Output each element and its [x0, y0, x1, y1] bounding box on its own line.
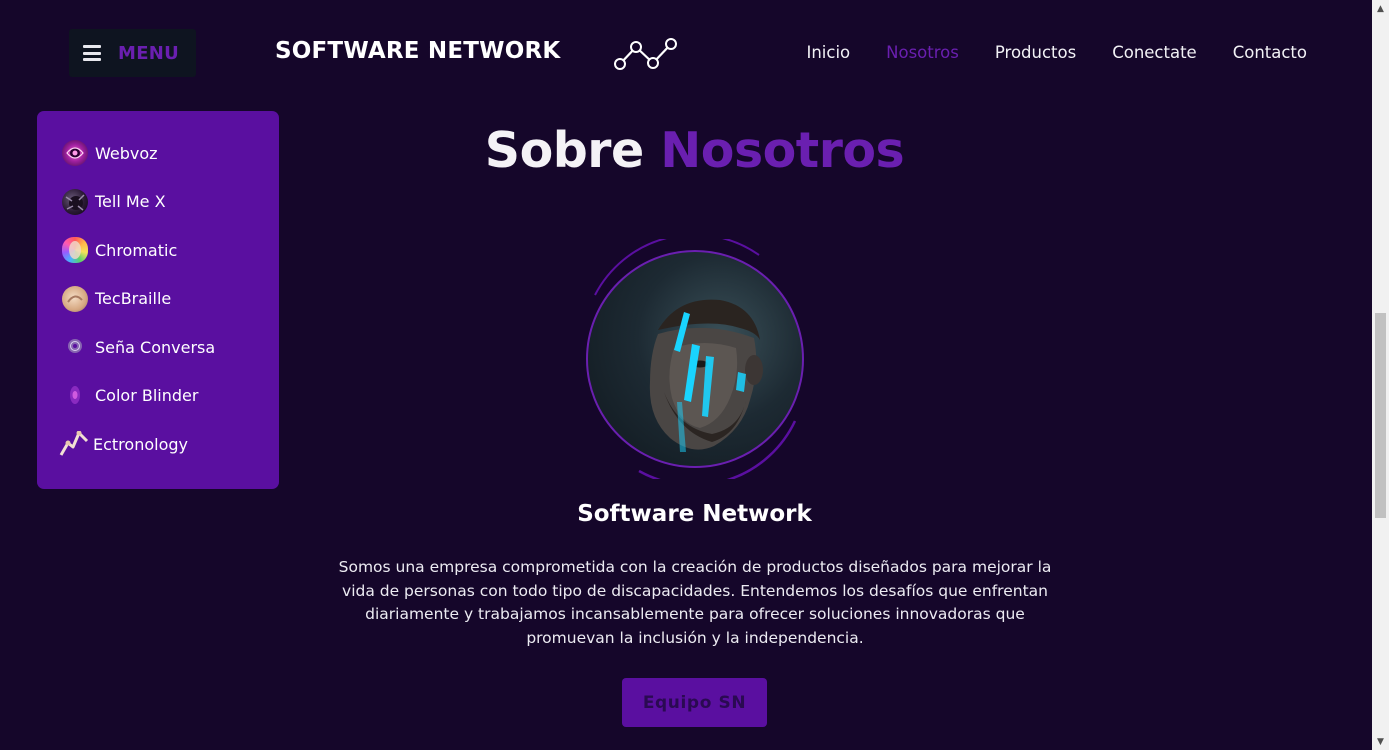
- team-button[interactable]: Equipo SN: [622, 678, 767, 727]
- sidebar-item-tell-me-x[interactable]: Tell Me X: [37, 178, 279, 227]
- nav-productos[interactable]: Productos: [995, 43, 1076, 62]
- sidebar-item-sena-conversa[interactable]: Seña Conversa: [37, 323, 279, 372]
- hamburger-icon: [83, 45, 101, 61]
- menu-label: MENU: [118, 42, 180, 64]
- scroll-thumb[interactable]: [1375, 313, 1386, 518]
- sidebar-item-ectronology[interactable]: Ectronology: [37, 420, 279, 469]
- menu-button[interactable]: MENU: [69, 29, 196, 77]
- sidebar-item-label: Chromatic: [95, 240, 178, 260]
- chromatic-icon: [62, 237, 88, 264]
- page-title-part2: Nosotros: [660, 122, 905, 179]
- scroll-up-icon[interactable]: ▲: [1372, 0, 1389, 17]
- sidebar-item-label: TecBraille: [95, 289, 172, 309]
- nav-contacto[interactable]: Contacto: [1233, 43, 1307, 62]
- sidebar-item-chromatic[interactable]: Chromatic: [37, 226, 279, 275]
- page-title: Sobre Nosotros: [0, 122, 1389, 179]
- team-avatar-frame: [583, 239, 807, 479]
- tell-me-x-icon: [62, 188, 88, 215]
- network-nodes-icon: [614, 38, 677, 70]
- scroll-down-icon[interactable]: ▼: [1372, 733, 1389, 750]
- sidebar-item-label: Color Blinder: [95, 386, 199, 406]
- main-nav: Inicio Nosotros Productos Conectate Cont…: [806, 43, 1307, 62]
- ectronology-icon: [58, 431, 90, 457]
- nav-nosotros[interactable]: Nosotros: [886, 43, 959, 62]
- color-blinder-icon: [62, 383, 88, 409]
- sidebar-item-tecbraille[interactable]: TecBraille: [37, 275, 279, 324]
- sidebar-item-label: Seña Conversa: [95, 337, 216, 357]
- sidebar-item-label: Ectronology: [93, 434, 188, 454]
- page-scrollbar[interactable]: ▲ ▼: [1372, 0, 1389, 750]
- about-description: Somos una empresa comprometida con la cr…: [338, 558, 1052, 647]
- page: MENU SOFTWARE NETWORK Inicio Nosotros Pr…: [0, 0, 1389, 750]
- brand-title[interactable]: SOFTWARE NETWORK: [275, 38, 560, 64]
- team-avatar: [586, 250, 804, 468]
- sidebar-item-color-blinder[interactable]: Color Blinder: [37, 372, 279, 421]
- tecbraille-icon: [62, 285, 88, 312]
- team-name: Software Network: [577, 501, 812, 527]
- sidebar-item-label: Tell Me X: [95, 192, 166, 212]
- nav-conectate[interactable]: Conectate: [1112, 43, 1197, 62]
- page-title-part1: Sobre: [484, 122, 644, 179]
- sena-conversa-icon: [62, 334, 88, 360]
- nav-inicio[interactable]: Inicio: [806, 43, 850, 62]
